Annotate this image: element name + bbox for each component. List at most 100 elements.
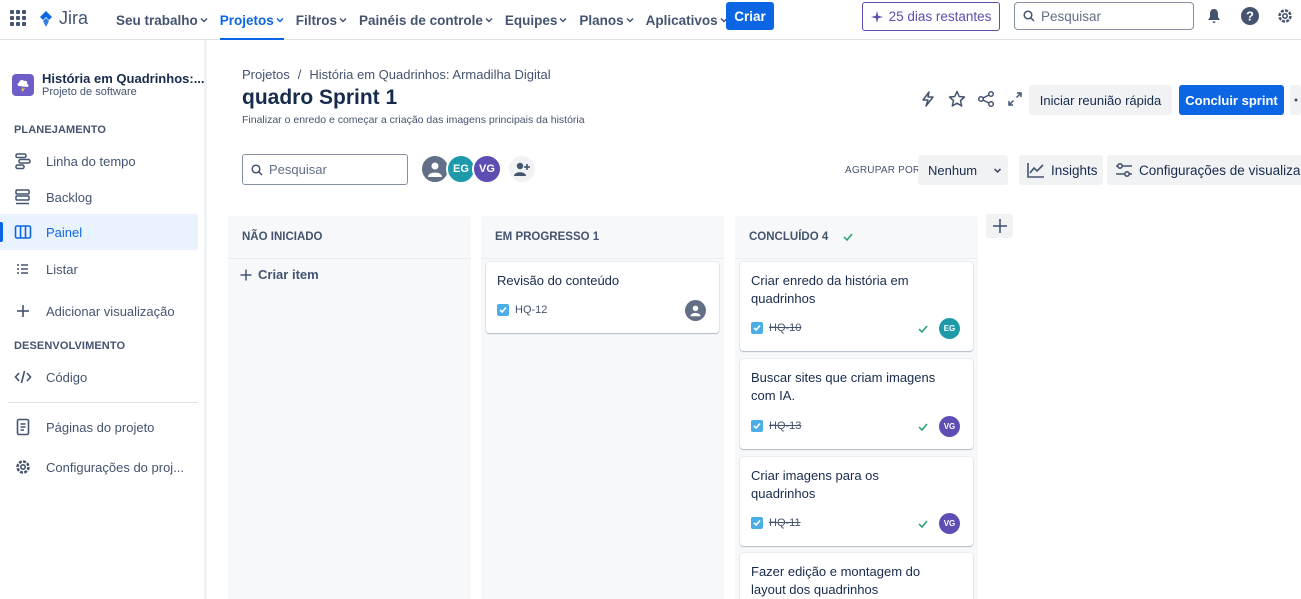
task-type-icon — [751, 322, 763, 334]
assignee-avatar[interactable]: EG — [939, 318, 960, 339]
list-icon — [17, 264, 28, 274]
card-key: HQ-11 — [751, 517, 801, 529]
development-section-label: DESENVOLVIMENTO — [14, 340, 126, 352]
trial-button[interactable]: 25 dias restantes — [862, 2, 1000, 31]
nav-item-projects[interactable]: Projetos — [214, 0, 290, 40]
plus-icon — [992, 219, 1007, 233]
fullscreen-icon[interactable] — [1005, 89, 1025, 109]
sprint-goal: Finalizar o enredo e começar a criação d… — [242, 114, 585, 126]
app-switcher-icon[interactable] — [8, 8, 26, 26]
sidebar-item-timeline[interactable]: Linha do tempo — [0, 143, 198, 179]
insights-label: Insights — [1051, 162, 1098, 178]
start-quick-meeting-button[interactable]: Iniciar reunião rápida — [1029, 85, 1172, 115]
sidebar-item-project-settings[interactable]: Configurações do proj... — [0, 449, 198, 485]
sidebar-item-board[interactable]: Painel — [0, 214, 198, 250]
task-type-icon — [751, 517, 763, 529]
add-column-button[interactable] — [986, 214, 1013, 238]
settings-gear-icon[interactable] — [1275, 6, 1295, 26]
jira-logo[interactable]: Jira — [37, 8, 88, 29]
sidebar-item-backlog[interactable]: Backlog — [0, 179, 198, 215]
more-actions-button[interactable] — [1290, 85, 1301, 115]
share-icon[interactable] — [976, 89, 996, 109]
global-search-input[interactable]: Pesquisar — [1014, 2, 1194, 30]
star-icon[interactable] — [947, 89, 967, 109]
nav-item-label: Equipes — [504, 12, 558, 28]
chevron-down-icon — [626, 17, 634, 23]
card-title: Criar enredo da história em quadrinhos — [751, 273, 909, 306]
board-search-input[interactable]: Pesquisar — [242, 154, 408, 185]
sidebar-divider — [8, 402, 198, 403]
sidebar-item-label: Páginas do projeto — [46, 419, 155, 435]
avatar-vg-filter[interactable]: VG — [472, 154, 502, 184]
project-avatar — [12, 74, 34, 96]
sidebar-item-label: Linha do tempo — [46, 153, 136, 169]
jira-logo-icon — [40, 10, 52, 27]
more-icon — [1294, 98, 1298, 102]
automation-lightning-icon[interactable] — [918, 89, 938, 109]
assignee-avatar[interactable]: VG — [939, 513, 960, 534]
sidebar-item-code[interactable]: Código — [0, 359, 198, 395]
chevron-down-icon — [485, 17, 493, 23]
breadcrumb-project-link[interactable]: História em Quadrinhos: Armadilha Digita… — [309, 67, 550, 82]
project-header[interactable]: História em Quadrinhos:... Projeto de so… — [12, 72, 205, 98]
card-key: HQ-13 — [751, 420, 801, 432]
column-title: NÃO INICIADO — [242, 231, 323, 243]
search-icon — [1023, 10, 1035, 22]
issue-card[interactable]: Revisão do conteúdo HQ-12 — [486, 262, 719, 333]
breadcrumb: Projetos / História em Quadrinhos: Armad… — [242, 67, 551, 82]
create-item-button[interactable]: Criar item — [240, 267, 319, 282]
nav-item-your-work[interactable]: Seu trabalho — [110, 0, 214, 40]
brand-name: Jira — [59, 8, 89, 28]
issue-card[interactable]: Buscar sites que criam imagens com IA. H… — [740, 359, 973, 449]
nav-item-label: Filtros — [295, 12, 338, 28]
sidebar-resize-handle[interactable] — [204, 40, 207, 599]
column-header[interactable]: CONCLUÍDO 4 — [735, 216, 978, 259]
complete-sprint-button[interactable]: Concluir sprint — [1179, 85, 1284, 115]
column-done: CONCLUÍDO 4 Criar enredo da história em … — [735, 216, 978, 599]
sidebar-item-label: Backlog — [46, 189, 93, 205]
create-button[interactable]: Criar — [726, 2, 774, 30]
done-check-icon — [918, 325, 928, 334]
add-user-icon — [514, 162, 530, 176]
nav-item-label: Painéis de controle — [359, 12, 483, 28]
add-people-button[interactable] — [507, 154, 537, 184]
user-icon — [428, 162, 442, 177]
card-title: Fazer edição e montagem do layout dos qu… — [751, 564, 921, 597]
issue-card[interactable]: Criar enredo da história em quadrinhos H… — [740, 262, 973, 351]
sidebar-item-add-view[interactable]: Adicionar visualização — [0, 293, 198, 329]
column-header[interactable]: EM PROGRESSO 1 — [481, 216, 724, 259]
project-name: História em Quadrinhos:... — [42, 71, 205, 86]
issue-card[interactable]: Criar imagens para os quadrinhos HQ-11 V… — [740, 457, 973, 546]
nav-item-teams[interactable]: Equipes — [499, 0, 574, 40]
chevron-down-icon — [339, 17, 347, 23]
timeline-icon — [15, 153, 31, 170]
breadcrumb-projects-link[interactable]: Projetos — [242, 67, 290, 82]
code-icon — [14, 370, 32, 384]
view-settings-button[interactable]: Configurações de visualização — [1107, 155, 1301, 185]
sidebar-item-label: Listar — [46, 261, 78, 277]
group-by-select[interactable]: Nenhum — [918, 155, 1008, 185]
card-title: Criar imagens para os quadrinhos — [751, 468, 879, 501]
insights-button[interactable]: Insights — [1019, 155, 1103, 185]
task-type-icon — [751, 420, 763, 432]
svg-text:?: ? — [1246, 9, 1254, 24]
chevron-down-icon — [200, 17, 208, 23]
notifications-icon[interactable] — [1204, 6, 1224, 26]
column-header[interactable]: NÃO INICIADO — [228, 216, 471, 259]
nav-item-label: Planos — [579, 12, 624, 28]
nav-item-filters[interactable]: Filtros — [290, 0, 353, 40]
nav-item-apps[interactable]: Aplicativos — [640, 0, 734, 40]
issue-card[interactable]: Fazer edição e montagem do layout dos qu… — [740, 553, 973, 599]
backlog-icon — [15, 189, 30, 205]
unassigned-avatar[interactable] — [685, 300, 706, 321]
nav-item-dashboards[interactable]: Painéis de controle — [353, 0, 499, 40]
sidebar-item-label: Adicionar visualização — [46, 303, 175, 319]
sidebar-item-project-pages[interactable]: Páginas do projeto — [0, 409, 198, 445]
card-key: HQ-12 — [497, 304, 547, 316]
column-not-started: NÃO INICIADO Criar item — [228, 216, 471, 599]
view-settings-label: Configurações de visualização — [1139, 162, 1301, 178]
assignee-avatar[interactable]: VG — [939, 416, 960, 437]
help-icon[interactable]: ? — [1240, 6, 1260, 26]
sidebar-item-list[interactable]: Listar — [0, 251, 198, 287]
nav-item-plans[interactable]: Planos — [573, 0, 639, 40]
